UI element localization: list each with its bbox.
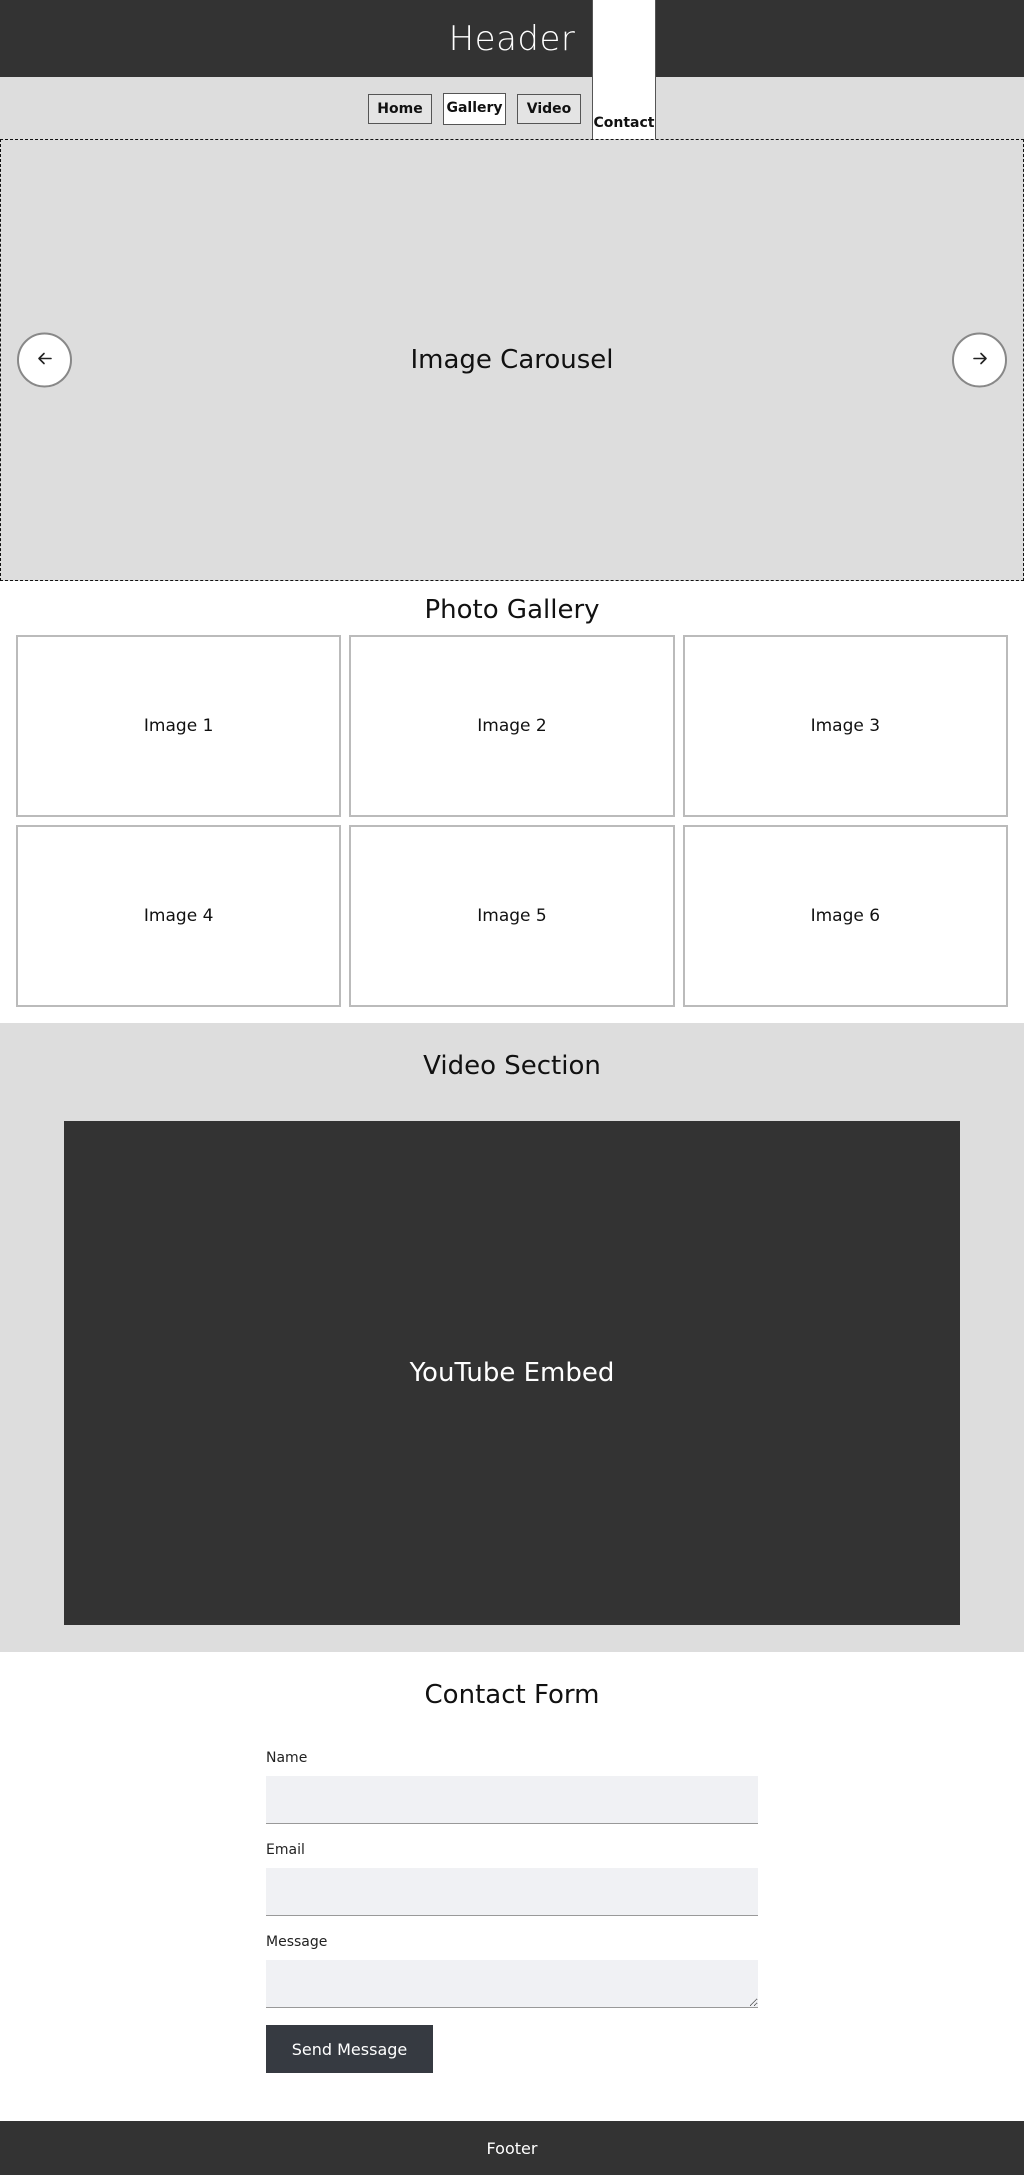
message-label: Message [266,1934,328,1950]
gallery-image-3[interactable]: Image 3 [682,635,1008,817]
video-section: Video Section YouTube Embed [0,1023,1024,1652]
footer-text: Footer [486,2138,538,2158]
message-field[interactable] [266,1960,758,2008]
name-field[interactable] [266,1776,758,1824]
gallery-image-2[interactable]: Image 2 [349,635,675,817]
name-label: Name [266,1750,308,1766]
email-label: Email [266,1842,305,1858]
site-footer: Footer [0,2121,1024,2175]
carousel-label: Image Carousel [410,345,614,375]
gallery-image-4[interactable]: Image 4 [16,825,342,1007]
image-carousel: Image Carousel [0,139,1024,581]
nav-home-button[interactable]: Home [368,94,432,124]
nav-gallery-button[interactable]: Gallery [443,93,506,125]
gallery-image-6[interactable]: Image 6 [682,825,1008,1007]
gallery-image-5[interactable]: Image 5 [349,825,675,1007]
contact-title: Contact Form [424,1680,600,1710]
video-title: Video Section [423,1051,601,1081]
site-header: Header [0,0,1024,77]
carousel-next-button[interactable] [952,332,1007,388]
youtube-embed[interactable]: YouTube Embed [64,1121,960,1625]
carousel-prev-button[interactable] [17,332,72,388]
main-nav: Home Gallery Video Contact [0,0,1024,344]
contact-section: Contact Form Name Email Message Send Mes… [0,1652,1024,2121]
gallery-grid: Image 1 Image 2 Image 3 Image 4 Image 5 … [16,635,1008,1007]
arrow-right-icon [970,348,990,372]
arrow-left-icon [35,348,55,372]
header-title: Header [448,18,576,59]
email-field[interactable] [266,1868,758,1916]
contact-form: Name Email Message Send Message [266,1750,758,2073]
photo-gallery: Photo Gallery Image 1 Image 2 Image 3 Im… [0,581,1024,1023]
send-message-button[interactable]: Send Message [266,2025,433,2073]
nav-video-button[interactable]: Video [517,94,581,124]
gallery-image-1[interactable]: Image 1 [16,635,342,817]
gallery-title: Photo Gallery [424,595,600,625]
